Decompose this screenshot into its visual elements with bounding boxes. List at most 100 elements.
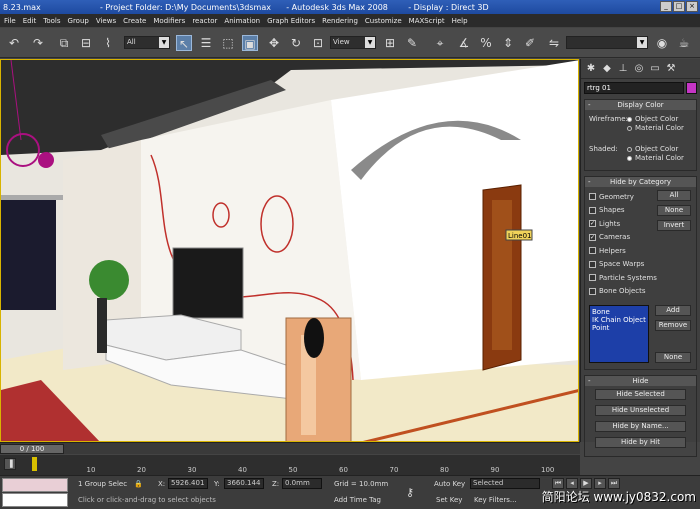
none-category-button[interactable]: None [655,352,691,363]
category-checkbox[interactable] [589,247,596,255]
select-by-name-icon[interactable]: ☰ [198,35,214,51]
menu-item-modifiers[interactable]: Modifiers [153,17,185,25]
hide-action-button[interactable]: Hide by Name... [595,421,686,432]
minimize-button[interactable]: _ [660,1,672,12]
motion-tab-icon[interactable]: ◎ [632,62,646,76]
hide-action-button[interactable]: Hide Selected [595,389,686,400]
add-category-button[interactable]: Add [655,305,691,316]
object-name-field[interactable]: rtrg 01 [584,82,697,94]
auto-key-button[interactable]: Auto Key [434,480,465,488]
set-key-button[interactable]: Set Key [436,496,462,504]
quick-render-icon[interactable]: ☕ [676,35,692,51]
category-checkbox[interactable]: ✓ [589,220,596,228]
modify-tab-icon[interactable]: ◆ [600,62,614,76]
track-bar[interactable]: ▐ 10 20 30 40 50 60 70 80 90 100 [0,455,580,475]
shaded-material-color-radio[interactable] [627,155,632,161]
utilities-tab-icon[interactable]: ⚒ [664,62,678,76]
display-color-rollout: - Display Color Wireframe: Object Color M… [584,99,697,171]
time-slider[interactable]: 0 / 100 [0,442,580,454]
hide-header[interactable]: - Hide [585,376,696,386]
mirror-icon[interactable]: ⇋ [546,35,562,51]
category-checkbox[interactable] [589,193,596,201]
rect-selection-icon[interactable]: ⬚ [220,35,236,51]
select-and-link-icon[interactable]: ⧉ [56,35,72,51]
key-filters-button[interactable]: Key Filters... [474,496,517,504]
category-checkbox[interactable] [589,206,596,214]
hide-all-button[interactable]: All [657,190,691,201]
z-coordinate-field[interactable]: 0.0mm [282,478,322,489]
render-scene-icon[interactable]: ◉ [654,35,670,51]
snaps-toggle-icon[interactable]: ⌖ [432,35,448,51]
y-coordinate-field[interactable]: 3660.144 [224,478,264,489]
menu-item-customize[interactable]: Customize [365,17,402,25]
hide-action-button[interactable]: Hide by Hit [595,437,686,448]
move-icon[interactable]: ✥ [266,35,282,51]
wireframe-material-color-radio[interactable] [627,125,632,131]
menu-item-rendering[interactable]: Rendering [322,17,358,25]
maximize-button[interactable]: □ [673,1,685,12]
category-checkbox[interactable] [589,287,596,295]
menu-item-reactor[interactable]: reactor [192,17,217,25]
menu-item-help[interactable]: Help [452,17,468,25]
add-time-tag-button[interactable]: Add Time Tag [334,496,381,504]
hide-invert-button[interactable]: Invert [657,220,691,231]
undo-icon[interactable]: ↶ [6,35,22,51]
menu-item-file[interactable]: File [4,17,16,25]
reference-coord-dropdown[interactable]: View ▼ [330,36,376,49]
window-crossing-icon[interactable]: ▣ [242,35,258,51]
menu-item-create[interactable]: Create [123,17,146,25]
category-checkbox[interactable]: ✓ [589,233,596,241]
perspective-viewport[interactable]: Line01 [0,59,579,442]
percent-snap-icon[interactable]: % [478,35,494,51]
menu-item-tools[interactable]: Tools [43,17,60,25]
named-selection-icon[interactable]: ✐ [522,35,538,51]
mini-curve-editor-icon[interactable]: ▐ [4,458,16,470]
menu-item-animation[interactable]: Animation [224,17,260,25]
unlink-icon[interactable]: ⊟ [78,35,94,51]
menu-item-edit[interactable]: Edit [23,17,37,25]
pivot-icon[interactable]: ⊞ [382,35,398,51]
category-checkbox[interactable] [589,274,596,282]
named-selection-set-dropdown[interactable]: ▼ [566,36,648,49]
key-icon[interactable]: ⚷ [406,486,414,499]
command-panel: ✱ ◆ ⊥ ◎ ▭ ⚒ rtrg 01 - Display Color Wiref… [580,59,700,457]
rotate-icon[interactable]: ↻ [288,35,304,51]
menu-item-maxscript[interactable]: MAXScript [409,17,445,25]
menu-item-group[interactable]: Group [68,17,89,25]
selection-filter-dropdown[interactable]: All ▼ [124,36,170,49]
object-color-swatch[interactable] [686,82,697,94]
display-tab-icon[interactable]: ▭ [648,62,662,76]
angle-snap-icon[interactable]: ∡ [456,35,472,51]
maxscript-input-mini[interactable] [2,493,68,507]
remove-category-button[interactable]: Remove [655,320,691,331]
category-checkbox[interactable] [589,260,596,268]
x-coordinate-field[interactable]: 5926.401 [168,478,208,489]
category-listbox[interactable]: Bone IK Chain Object Point [589,305,649,363]
display-color-header[interactable]: - Display Color [585,100,696,110]
list-item[interactable]: Bone [592,308,646,316]
object-label: Line01 [508,232,532,240]
bind-spacewarp-icon[interactable]: ⌇ [100,35,116,51]
wireframe-object-color-radio[interactable] [627,116,632,122]
shaded-object-color-radio[interactable] [627,146,632,152]
scale-icon[interactable]: ⊡ [310,35,326,51]
list-item[interactable]: Point [592,324,646,332]
hide-action-button[interactable]: Hide Unselected [595,405,686,416]
create-tab-icon[interactable]: ✱ [584,62,598,76]
close-button[interactable]: × [686,1,698,12]
hierarchy-tab-icon[interactable]: ⊥ [616,62,630,76]
time-slider-thumb[interactable]: 0 / 100 [0,444,64,454]
redo-icon[interactable]: ↷ [30,35,46,51]
list-item[interactable]: IK Chain Object [592,316,646,324]
menu-item-views[interactable]: Views [96,17,116,25]
maxscript-listener-mini[interactable] [2,478,68,492]
select-manipulate-icon[interactable]: ✎ [404,35,420,51]
hide-none-button[interactable]: None [657,205,691,216]
menu-item-graph-editors[interactable]: Graph Editors [267,17,315,25]
hide-by-category-header[interactable]: - Hide by Category [585,177,696,187]
key-mode-dropdown[interactable]: Selected [470,478,540,489]
category-row: ✓ Lights [589,217,657,231]
spinner-snap-icon[interactable]: ⇕ [500,35,516,51]
lock-selection-icon[interactable]: 🔒 [134,480,143,488]
select-object-icon[interactable]: ↖ [176,35,192,51]
